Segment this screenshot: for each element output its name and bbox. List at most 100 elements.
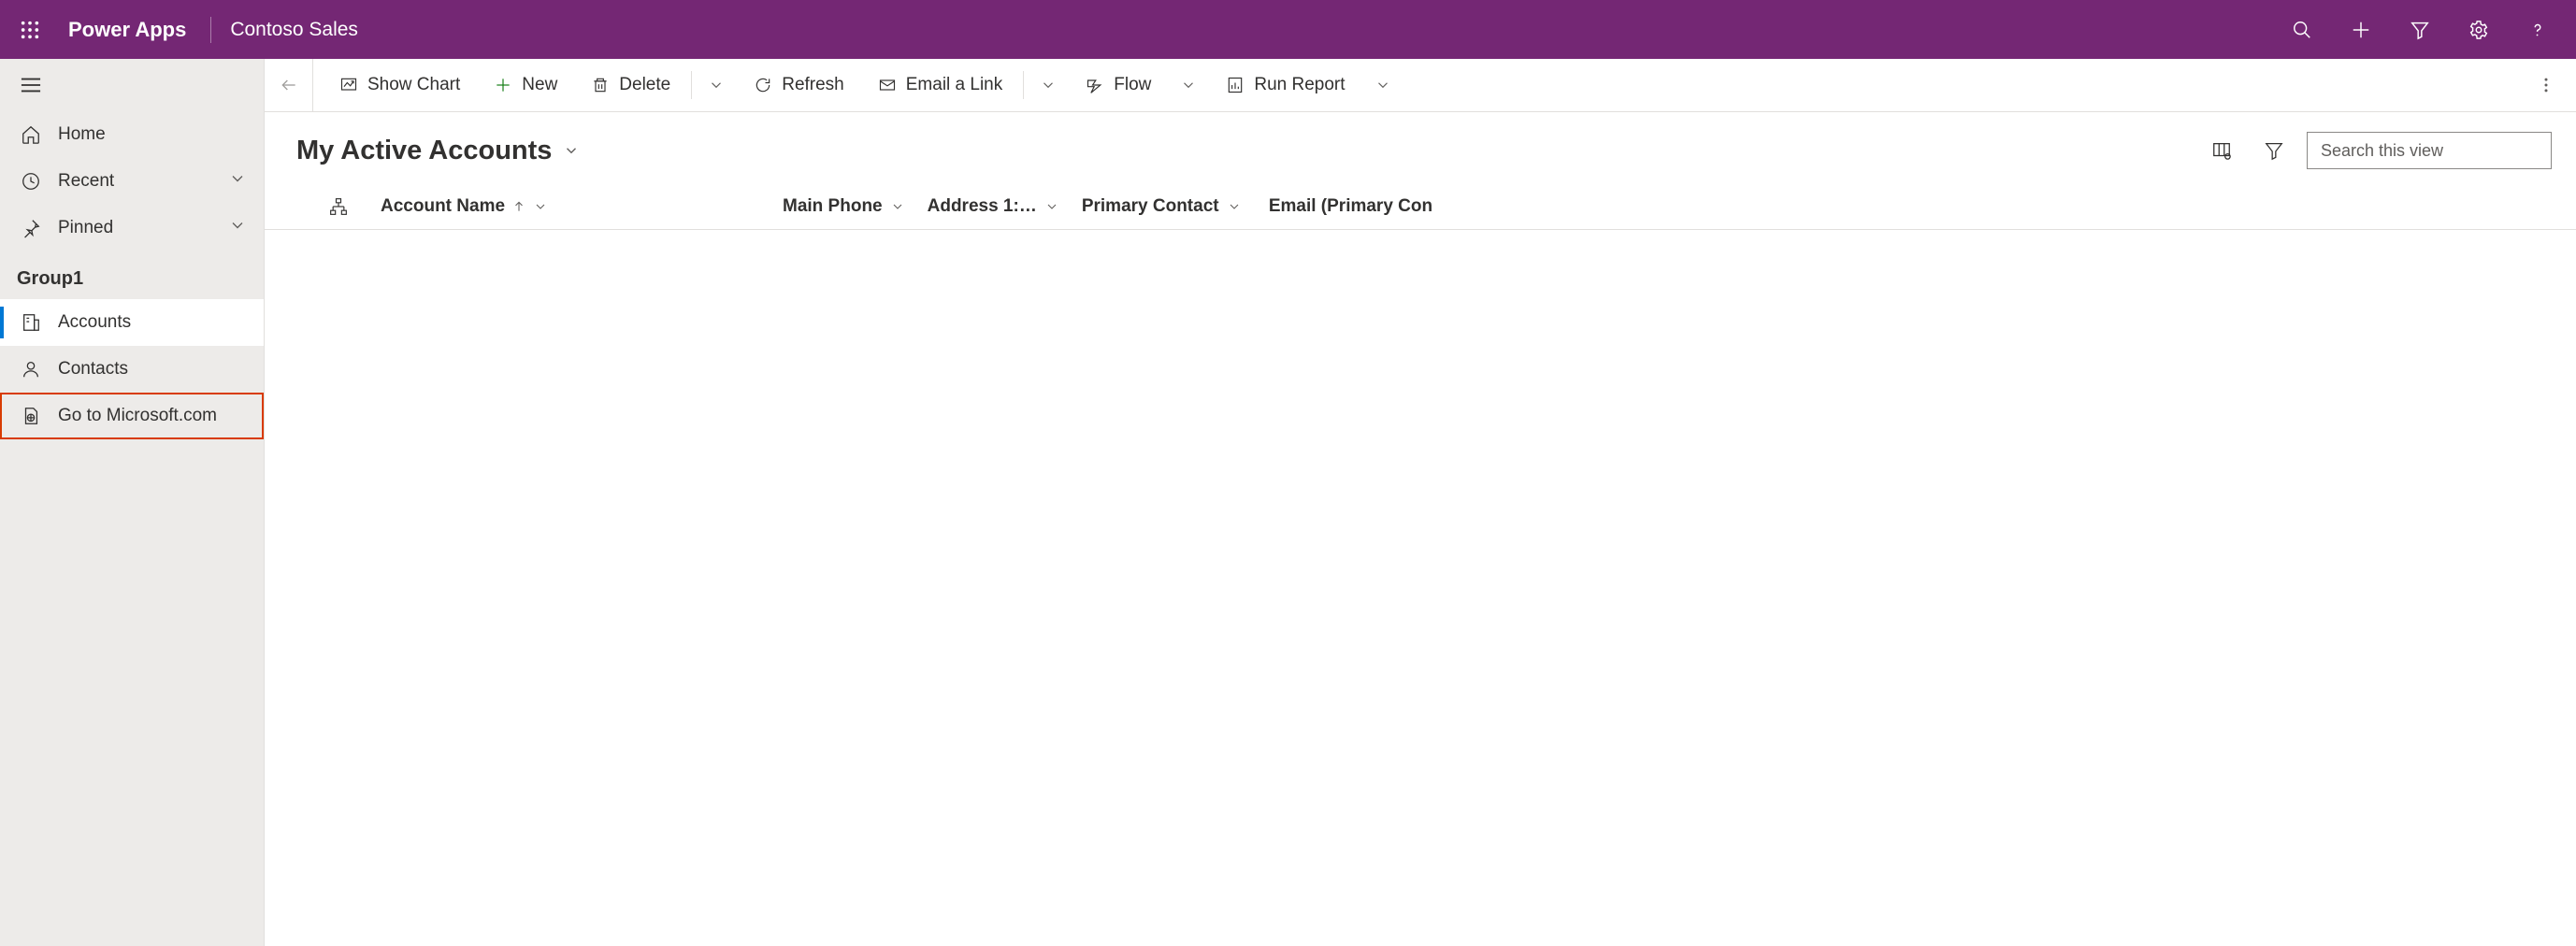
site-map-sidebar: Home Recent Pinned Group1 Accounts Conta… xyxy=(0,59,265,946)
sidebar-item-label: Pinned xyxy=(58,218,113,238)
delete-button[interactable]: Delete xyxy=(576,59,685,112)
sidebar-item-recent[interactable]: Recent xyxy=(0,158,264,205)
brand-label[interactable]: Power Apps xyxy=(59,18,205,42)
command-label: New xyxy=(522,75,557,95)
chevron-down-icon xyxy=(228,216,247,235)
run-report-button[interactable]: Run Report xyxy=(1211,59,1360,112)
sidebar-item-home[interactable]: Home xyxy=(0,111,264,158)
brand-divider xyxy=(210,17,211,43)
column-header-account-name[interactable]: Account Name xyxy=(381,196,783,217)
command-label: Email a Link xyxy=(906,75,1003,95)
column-label: Main Phone xyxy=(783,196,883,217)
column-header-primary-contact[interactable]: Primary Contact xyxy=(1082,196,1269,217)
command-separator xyxy=(1023,71,1024,99)
chart-icon xyxy=(339,76,358,94)
help-icon xyxy=(2527,20,2548,40)
mail-icon xyxy=(878,76,897,94)
back-button[interactable] xyxy=(265,59,313,112)
report-icon xyxy=(1226,76,1245,94)
sidebar-toggle-button[interactable] xyxy=(0,59,264,111)
column-label: Email (Primary Con xyxy=(1269,196,1432,217)
more-vertical-icon xyxy=(2537,76,2555,94)
flow-button[interactable]: Flow xyxy=(1071,59,1166,112)
sidebar-item-label: Accounts xyxy=(58,312,131,333)
run-report-split-button[interactable] xyxy=(1364,59,1402,112)
command-label: Delete xyxy=(619,75,670,95)
pin-icon xyxy=(21,218,41,238)
chevron-down-icon xyxy=(1040,77,1057,93)
hierarchy-icon xyxy=(329,197,348,216)
delete-split-button[interactable] xyxy=(698,59,735,112)
global-search-button[interactable] xyxy=(2272,0,2331,59)
email-link-split-button[interactable] xyxy=(1029,59,1067,112)
chevron-down-icon xyxy=(1227,199,1242,214)
edit-columns-button[interactable] xyxy=(2202,131,2241,170)
column-header-email[interactable]: Email (Primary Con xyxy=(1269,196,2576,217)
accounts-icon xyxy=(21,312,41,333)
arrow-left-icon xyxy=(280,76,298,94)
global-header: Power Apps Contoso Sales xyxy=(0,0,2576,59)
new-button[interactable]: New xyxy=(479,59,572,112)
columns-settings-icon xyxy=(2211,140,2232,161)
sidebar-group-title: Group1 xyxy=(0,251,264,299)
sidebar-item-go-to-microsoft[interactable]: Go to Microsoft.com xyxy=(0,393,264,439)
globe-page-icon xyxy=(21,406,41,426)
main-content: Show Chart New Delete Refresh Email a Li… xyxy=(265,59,2576,946)
sidebar-item-label: Recent xyxy=(58,171,114,192)
command-label: Show Chart xyxy=(367,75,460,95)
sidebar-item-label: Home xyxy=(58,124,106,145)
chevron-down-icon xyxy=(1374,77,1391,93)
gear-icon xyxy=(2468,20,2489,40)
expand-pinned-button[interactable] xyxy=(228,216,247,240)
view-header: My Active Accounts xyxy=(265,112,2576,183)
chevron-down-icon xyxy=(1180,77,1197,93)
email-link-button[interactable]: Email a Link xyxy=(863,59,1018,112)
global-add-button[interactable] xyxy=(2331,0,2390,59)
command-separator xyxy=(691,71,692,99)
column-label: Account Name xyxy=(381,196,505,217)
global-help-button[interactable] xyxy=(2508,0,2567,59)
expand-recent-button[interactable] xyxy=(228,169,247,194)
column-label: Address 1:… xyxy=(928,196,1037,217)
view-selector-button[interactable]: My Active Accounts xyxy=(296,136,580,166)
sidebar-item-accounts[interactable]: Accounts xyxy=(0,299,264,346)
funnel-icon xyxy=(2264,140,2284,161)
command-label: Refresh xyxy=(782,75,844,95)
chevron-down-icon xyxy=(708,77,725,93)
waffle-icon xyxy=(20,20,40,40)
app-launcher-button[interactable] xyxy=(0,0,59,59)
sidebar-item-pinned[interactable]: Pinned xyxy=(0,205,264,251)
global-settings-button[interactable] xyxy=(2449,0,2508,59)
sidebar-item-contacts[interactable]: Contacts xyxy=(0,346,264,393)
column-label: Primary Contact xyxy=(1082,196,1219,217)
chevron-down-icon xyxy=(890,199,905,214)
sidebar-item-label: Go to Microsoft.com xyxy=(58,406,217,426)
flow-icon xyxy=(1086,76,1104,94)
global-filter-button[interactable] xyxy=(2390,0,2449,59)
view-search-input[interactable] xyxy=(2307,132,2552,169)
filter-button[interactable] xyxy=(2254,131,2294,170)
search-icon xyxy=(2292,20,2312,40)
refresh-icon xyxy=(754,76,772,94)
chevron-down-icon xyxy=(533,199,548,214)
select-all-column[interactable] xyxy=(296,197,381,216)
column-header-main-phone[interactable]: Main Phone xyxy=(783,196,928,217)
chevron-down-icon xyxy=(1044,199,1059,214)
trash-icon xyxy=(591,76,610,94)
chevron-down-icon xyxy=(563,142,580,159)
sidebar-item-label: Contacts xyxy=(58,359,128,380)
plus-icon xyxy=(494,76,512,94)
command-label: Flow xyxy=(1114,75,1151,95)
hamburger-icon xyxy=(21,77,41,93)
refresh-button[interactable]: Refresh xyxy=(739,59,859,112)
chevron-down-icon xyxy=(228,169,247,188)
flow-split-button[interactable] xyxy=(1170,59,1207,112)
show-chart-button[interactable]: Show Chart xyxy=(324,59,475,112)
app-name-label[interactable]: Contoso Sales xyxy=(230,19,358,41)
command-bar: Show Chart New Delete Refresh Email a Li… xyxy=(265,59,2576,112)
command-overflow-button[interactable] xyxy=(2526,59,2567,112)
clock-icon xyxy=(21,171,41,192)
column-header-address1[interactable]: Address 1:… xyxy=(928,196,1082,217)
funnel-icon xyxy=(2410,20,2430,40)
home-icon xyxy=(21,124,41,145)
